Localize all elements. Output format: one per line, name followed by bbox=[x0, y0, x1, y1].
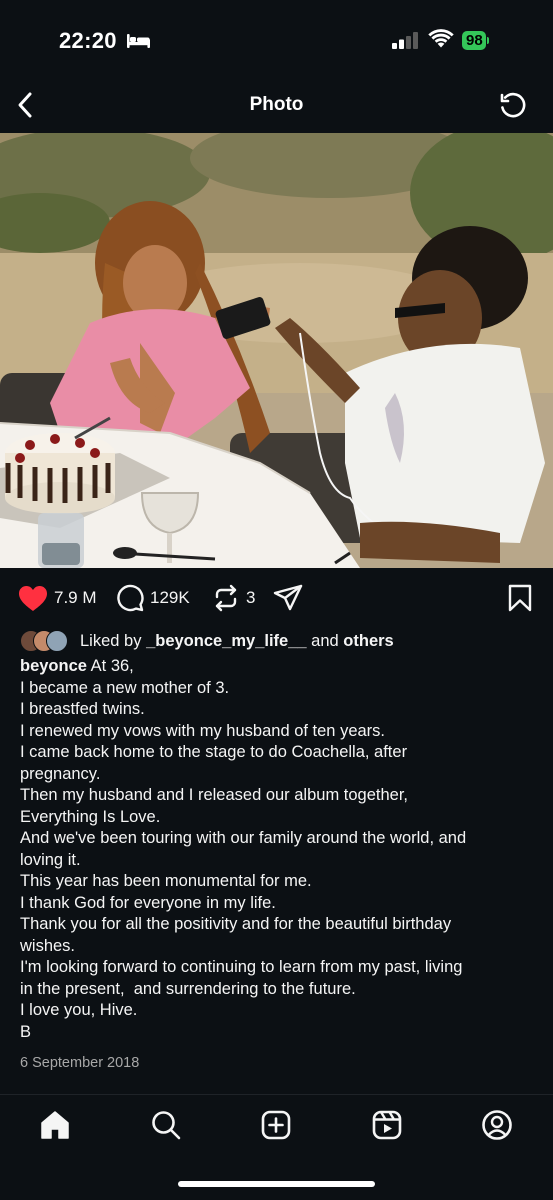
nav-home[interactable] bbox=[37, 1107, 73, 1143]
liked-by-prefix: Liked by bbox=[80, 631, 142, 650]
create-post-icon bbox=[261, 1110, 291, 1140]
caption-line: I breastfed twins. bbox=[20, 700, 145, 718]
caption-line: I thank God for everyone in my life. bbox=[20, 893, 276, 912]
liked-by-others[interactable]: others bbox=[343, 632, 393, 651]
liked-by-user[interactable]: _beyonce_my_life__ bbox=[146, 632, 307, 651]
caption-first-line: beyonce At 36, bbox=[20, 656, 535, 678]
post-caption: beyonce At 36, I became a new mother of … bbox=[20, 656, 535, 1043]
caption-line: loving it. bbox=[20, 850, 81, 869]
battery-cap bbox=[486, 36, 489, 44]
caption-text: At 36, bbox=[90, 657, 134, 675]
battery-level: 98 bbox=[462, 30, 486, 50]
profile-icon bbox=[482, 1110, 512, 1140]
home-icon bbox=[41, 1111, 69, 1139]
comment-action[interactable]: 129K bbox=[116, 580, 190, 616]
caption-line: I became a new mother of 3. bbox=[20, 678, 230, 697]
caption-line: pregnancy. bbox=[20, 764, 101, 783]
share-action[interactable] bbox=[273, 580, 303, 616]
caption-line: B bbox=[20, 1022, 32, 1041]
bottom-nav bbox=[0, 1095, 553, 1160]
refresh-icon bbox=[500, 92, 526, 118]
caption-username[interactable]: beyonce bbox=[20, 657, 87, 675]
page-title: Photo bbox=[249, 94, 304, 115]
nav-profile[interactable] bbox=[479, 1107, 515, 1143]
caption-line: Then my husband and I released our album… bbox=[20, 786, 408, 804]
avatar bbox=[46, 630, 68, 652]
caption-line: I love you, Hive. bbox=[20, 1001, 138, 1019]
wifi-icon bbox=[428, 29, 454, 48]
caption-line: I came back home to the stage to do Coac… bbox=[20, 743, 408, 761]
status-time: 22:20 bbox=[59, 28, 117, 53]
send-icon[interactable] bbox=[273, 584, 303, 612]
caption-line: in the present, and surrendering to the … bbox=[20, 979, 356, 998]
liker-avatars bbox=[20, 630, 76, 652]
caption-line: I renewed my vows with my husband of ten… bbox=[20, 721, 385, 740]
post-photo-illustration bbox=[0, 133, 553, 568]
nav-create[interactable] bbox=[258, 1107, 294, 1143]
like-action[interactable]: 7.9 M bbox=[18, 580, 97, 616]
caption-line: I'm looking forward to continuing to lea… bbox=[20, 958, 463, 976]
header: Photo bbox=[0, 80, 553, 132]
save-action[interactable] bbox=[507, 580, 533, 616]
post-actions: 7.9 M 129K 3 bbox=[0, 580, 553, 616]
repost-action[interactable]: 3 bbox=[212, 580, 255, 616]
liked-by-and: and bbox=[311, 631, 339, 650]
likes-count: 7.9 M bbox=[54, 588, 97, 607]
caption-line: Everything Is Love. bbox=[20, 807, 161, 826]
reels-icon bbox=[372, 1110, 402, 1140]
comments-count: 129K bbox=[150, 588, 190, 607]
caption-line: wishes. bbox=[20, 936, 76, 955]
reposts-count: 3 bbox=[246, 588, 256, 607]
liked-by-row[interactable]: Liked by _beyonce_my_life__ and others bbox=[20, 628, 543, 654]
caption-line: Thank you for all the positivity and for… bbox=[20, 915, 452, 933]
nav-reels[interactable] bbox=[369, 1107, 405, 1143]
repost-icon[interactable] bbox=[212, 584, 240, 612]
post-photo[interactable] bbox=[0, 133, 553, 568]
sleep-focus-icon bbox=[127, 34, 150, 48]
search-icon bbox=[152, 1111, 181, 1140]
status-bar: 22:20 98 bbox=[0, 0, 553, 80]
comment-icon[interactable] bbox=[116, 584, 144, 612]
caption-line: This year has been monumental for me. bbox=[20, 872, 312, 890]
bookmark-icon[interactable] bbox=[507, 584, 533, 612]
caption-line: And we've been touring with our family a… bbox=[20, 829, 467, 847]
nav-search[interactable] bbox=[148, 1107, 184, 1143]
heart-icon[interactable] bbox=[18, 585, 48, 612]
cellular-signal-icon bbox=[392, 32, 418, 49]
post-date: 6 September 2018 bbox=[20, 1055, 140, 1071]
battery-indicator: 98 bbox=[462, 30, 489, 50]
refresh-button[interactable] bbox=[497, 89, 529, 121]
home-indicator bbox=[178, 1181, 375, 1187]
